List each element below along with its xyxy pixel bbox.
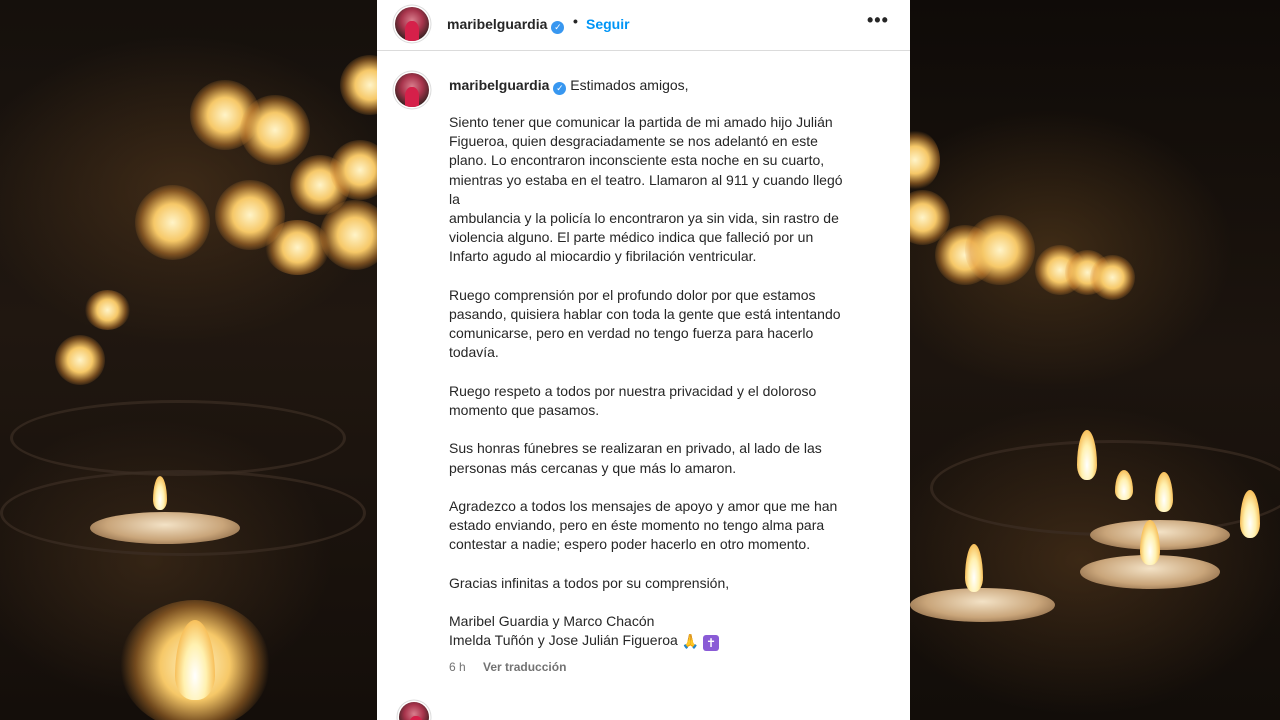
caption-paragraph: Ruego comprensión por el profundo dolor …: [449, 286, 841, 361]
signature-line-1: Maribel Guardia y Marco Chacón: [449, 613, 655, 630]
verified-badge-icon: ✓: [551, 21, 565, 34]
more-options-icon[interactable]: •••: [867, 10, 889, 31]
avatar[interactable]: [395, 7, 429, 41]
caption-meta: 6 h Ver traducción: [449, 660, 566, 674]
candle-glow: [1090, 255, 1135, 300]
caption-username[interactable]: maribelguardia: [449, 77, 549, 93]
candles-background-right: [910, 0, 1280, 720]
next-comment-partial: [377, 700, 910, 720]
header-username-text[interactable]: maribelguardia: [447, 16, 547, 32]
candle-tray: [930, 440, 1280, 536]
caption-opening: Estimados amigos,: [570, 77, 689, 93]
avatar[interactable]: [399, 702, 429, 720]
candle-flame: [1077, 430, 1097, 480]
candle-glow: [85, 290, 130, 330]
candle-tray: [10, 400, 346, 476]
caption-paragraph: Agradezco a todos los mensajes de apoyo …: [449, 498, 838, 553]
header-username[interactable]: maribelguardia ✓: [447, 16, 565, 34]
candle-flame: [965, 544, 983, 592]
candle-glow: [55, 335, 105, 385]
caption-body: Siento tener que comunicar la partida de…: [449, 113, 869, 652]
candle-holder: [910, 588, 1055, 622]
signature-line-2: Imelda Tuñón y Jose Julián Figueroa: [449, 632, 678, 649]
pray-emoji-icon: 🙏: [681, 633, 700, 650]
candle-glow: [320, 200, 377, 270]
caption-paragraph: Ruego respeto a todos por nuestra privac…: [449, 382, 817, 419]
caption-signature: Maribel Guardia y Marco Chacón Imelda Tuñ…: [449, 612, 869, 652]
caption-header: maribelguardia ✓ Estimados amigos,: [449, 77, 689, 95]
separator-dot: •: [573, 13, 578, 29]
follow-button[interactable]: Seguir: [586, 16, 630, 32]
avatar[interactable]: [395, 73, 429, 107]
caption-paragraph: Sus honras fúnebres se realizaran en pri…: [449, 440, 822, 476]
candle-glow: [965, 215, 1035, 285]
candle-holder: [90, 512, 240, 544]
candle-glow: [340, 55, 377, 115]
caption-paragraph: Gracias infinitas a todos por su compren…: [449, 574, 730, 591]
candles-background-left: [0, 0, 377, 720]
post-header: maribelguardia ✓ • Seguir •••: [377, 0, 910, 51]
see-translation-link[interactable]: Ver traducción: [483, 660, 566, 674]
caption-paragraph: Siento tener que comunicar la partida de…: [449, 114, 843, 265]
verified-badge-icon: ✓: [553, 82, 567, 95]
candle-holder: [1090, 520, 1230, 550]
post-panel: maribelguardia ✓ • Seguir ••• maribelguar…: [377, 0, 910, 720]
candle-glow: [240, 95, 310, 165]
candle-glow: [135, 185, 210, 260]
post-time[interactable]: 6 h: [449, 660, 466, 674]
cross-emoji-icon: ✝: [703, 635, 720, 652]
candle-glow: [910, 130, 940, 190]
